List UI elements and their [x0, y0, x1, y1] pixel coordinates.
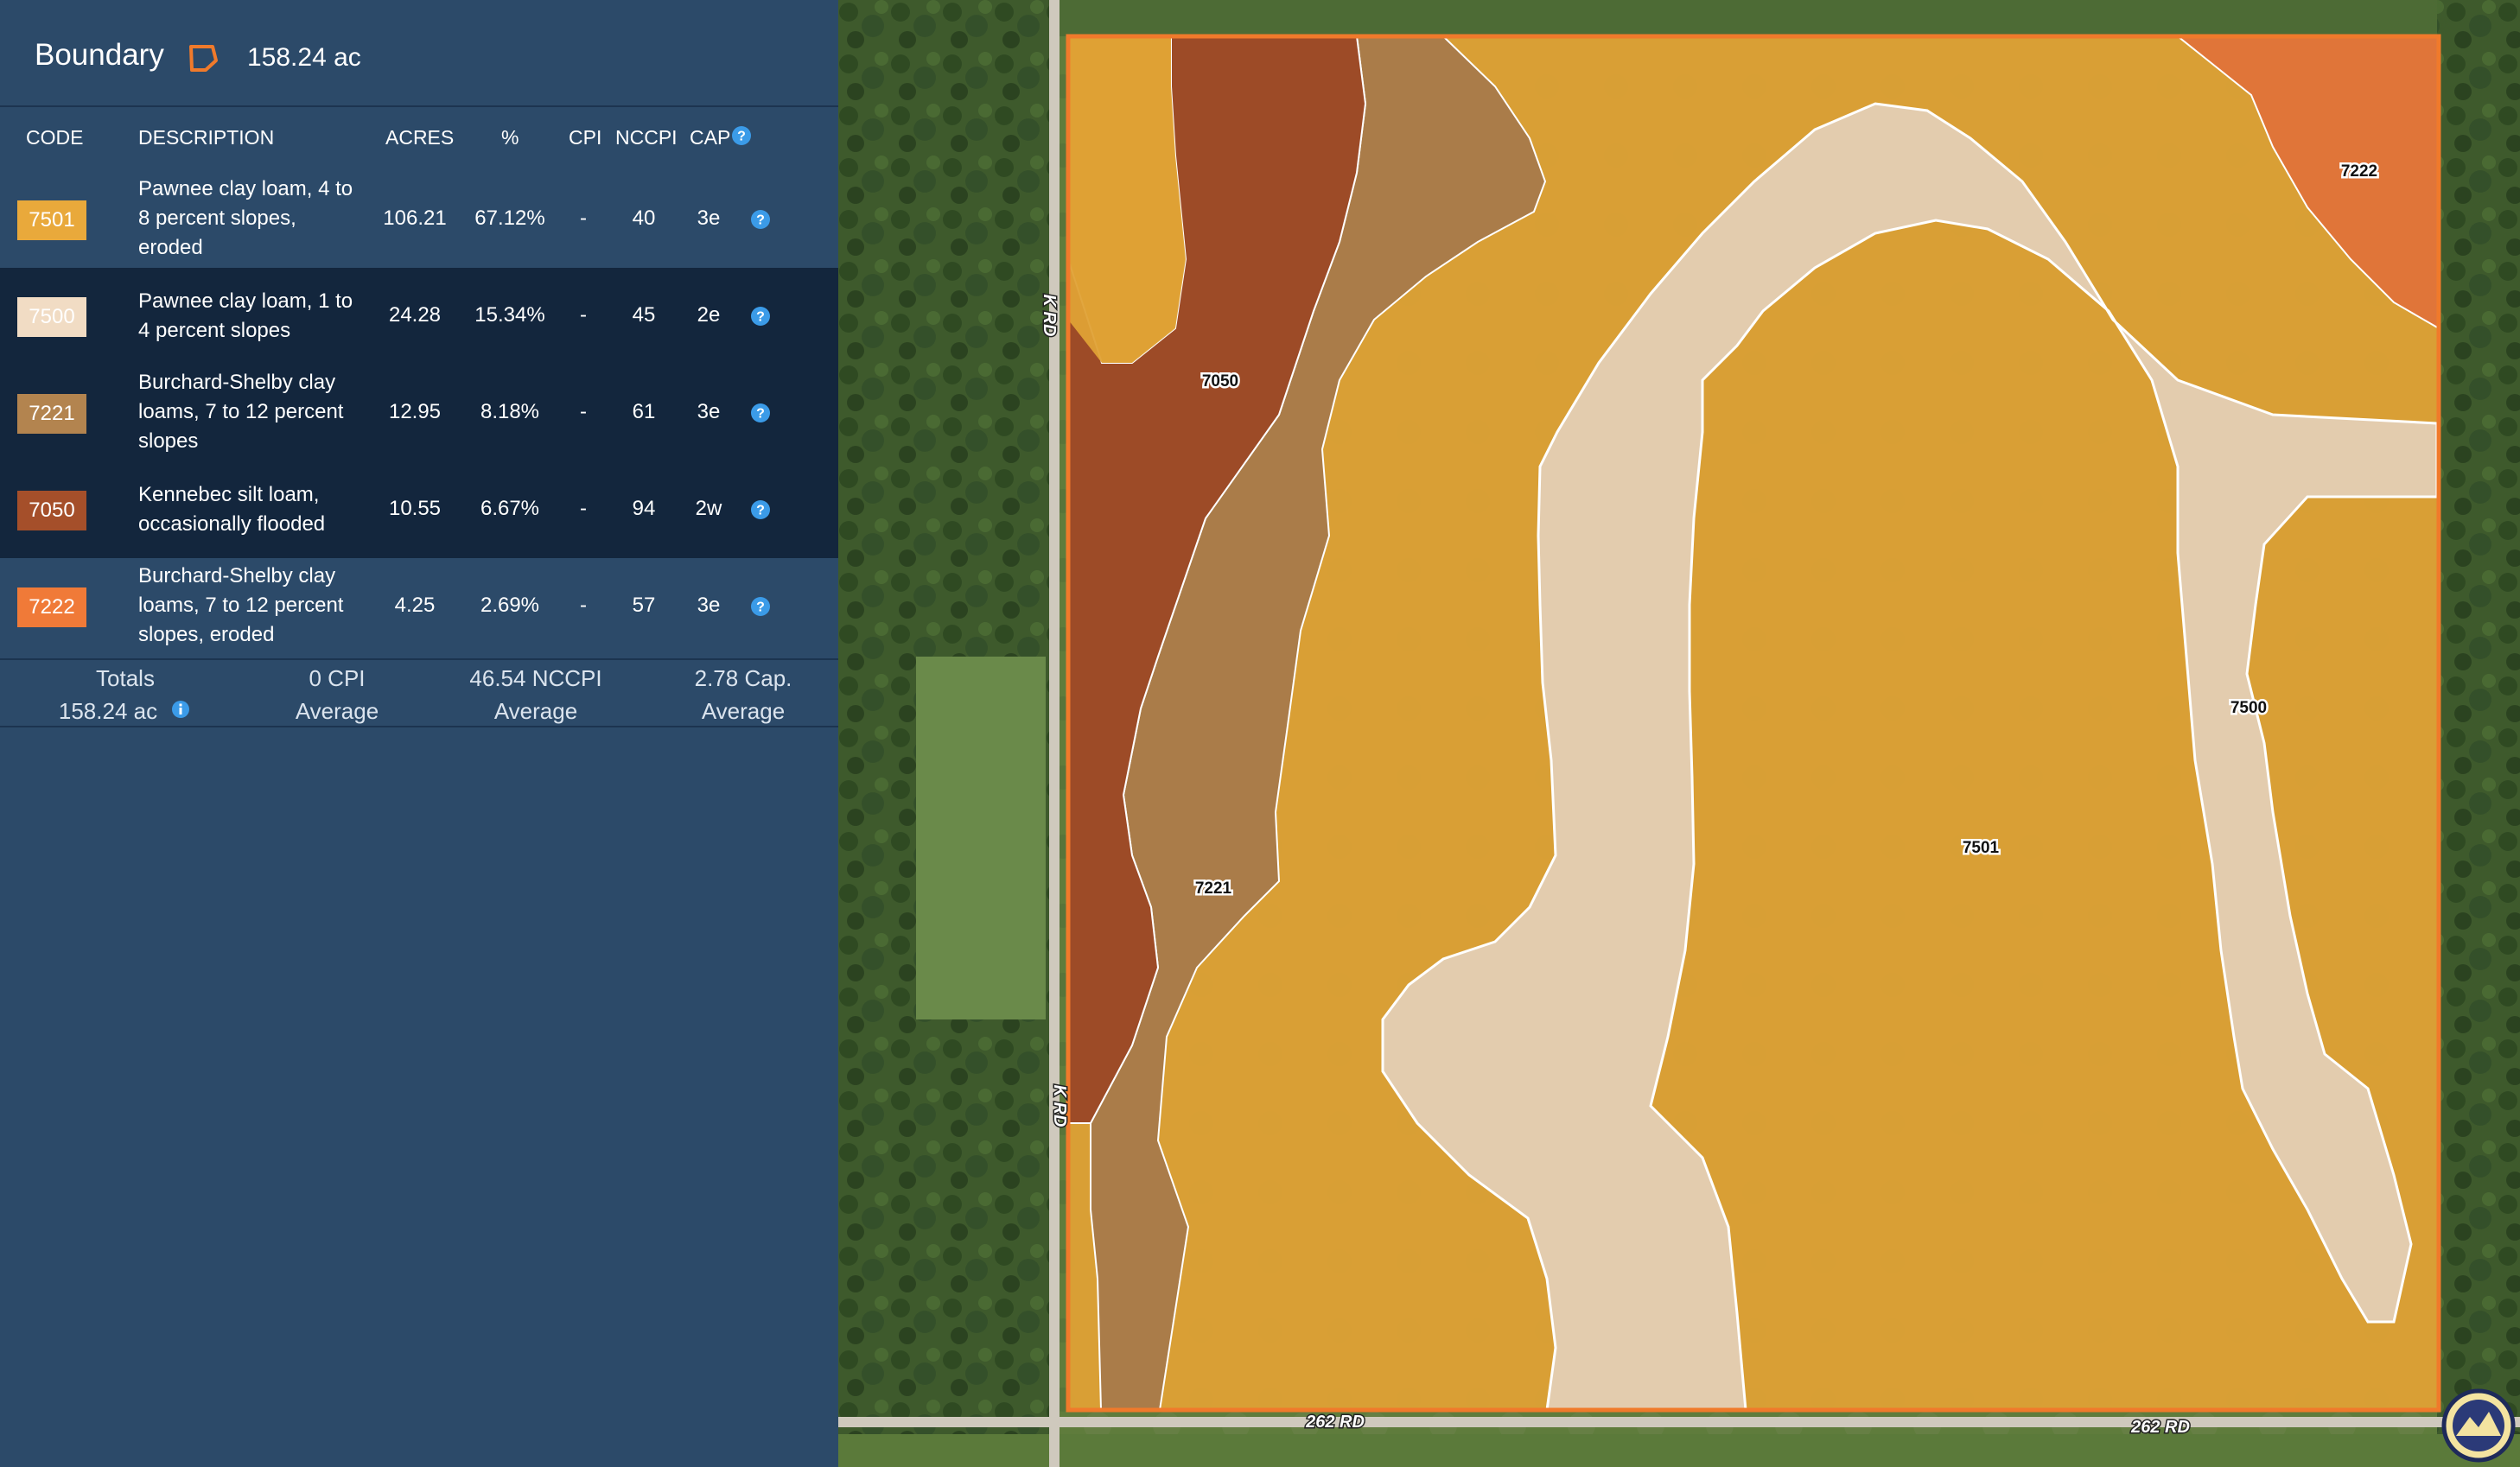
table-row[interactable]: 7501 Pawnee clay loam, 4 to 8 percent sl… [0, 171, 838, 268]
soil-nccpi: 94 [632, 497, 656, 520]
question-circle-icon[interactable]: ? [750, 209, 771, 230]
svg-text:?: ? [756, 504, 765, 518]
soil-acres: 10.55 [388, 497, 442, 520]
road-label-262-rd-east: 262 RD [2130, 1418, 2190, 1437]
soil-cap: 2e [697, 303, 721, 327]
totals-nccpi-sub: Average [493, 698, 578, 724]
soil-cap: 3e [697, 206, 721, 230]
question-circle-icon[interactable]: ? [750, 499, 771, 520]
soil-acres: 106.21 [383, 206, 447, 230]
soil-code-badge: 7222 [17, 587, 86, 627]
county-seal-logo [2441, 1388, 2516, 1463]
boundary-header: Boundary 158.24 ac [0, 0, 838, 107]
map-canvas[interactable]: 7050 7221 7222 7500 7501 K RD K RD 262 R… [838, 0, 2520, 1467]
field-west [916, 657, 1046, 1019]
soil-acres: 12.95 [388, 400, 442, 423]
soil-cpi: - [580, 303, 587, 327]
soil-cpi: - [580, 206, 587, 230]
totals-nccpi: 46.54 NCCPI [469, 665, 602, 691]
totals-cpi: 0 CPI [309, 665, 366, 691]
road-label-262-rd-west: 262 RD [1305, 1413, 1365, 1432]
info-circle-icon[interactable] [171, 700, 190, 719]
svg-text:?: ? [737, 130, 746, 144]
soil-nccpi: 57 [632, 594, 656, 617]
road-label-k-rd-north: K RD [1040, 295, 1059, 337]
soil-cpi: - [580, 400, 587, 423]
header-percent[interactable]: % [501, 126, 519, 149]
soil-percent: 2.69% [480, 594, 540, 617]
soil-percent: 67.12% [474, 206, 545, 230]
header-description[interactable]: DESCRIPTION [138, 126, 274, 149]
field-south [838, 1434, 2520, 1467]
totals-acres: 158.24 ac [58, 698, 158, 724]
soil-label-7500: 7500 [2230, 699, 2267, 717]
boundary-title: Boundary [35, 38, 164, 72]
question-circle-icon[interactable]: ? [750, 306, 771, 327]
soil-code-badge: 7500 [17, 297, 86, 337]
soil-label-7050: 7050 [1202, 372, 1238, 391]
table-row[interactable]: 7050 Kennebec silt loam, occasionally fl… [0, 461, 838, 558]
header-cap[interactable]: CAP [690, 126, 730, 149]
field-north [1054, 0, 2437, 36]
soil-map[interactable]: 7050 7221 7222 7500 7501 K RD K RD 262 R… [838, 0, 2520, 1467]
soil-nccpi: 61 [632, 400, 656, 423]
soil-cap: 3e [697, 400, 721, 423]
question-circle-icon[interactable]: ? [750, 596, 771, 617]
road-k-rd [1049, 0, 1060, 1467]
app-root: Boundary 158.24 ac CODE DESCRIPTION ACRE… [0, 0, 2520, 1467]
totals-cap-sub: Average [701, 698, 786, 724]
soil-cpi: - [580, 497, 587, 520]
header-acres[interactable]: ACRES [385, 126, 454, 149]
soil-cpi: - [580, 594, 587, 617]
totals-cap: 2.78 Cap. [694, 665, 792, 691]
soil-cap: 3e [697, 594, 721, 617]
svg-text:?: ? [756, 407, 765, 422]
soil-label-7222: 7222 [2341, 162, 2377, 181]
soil-percent: 8.18% [480, 400, 540, 423]
soil-acres: 4.25 [394, 594, 436, 617]
soil-percent: 6.67% [480, 497, 540, 520]
boundary-acres: 158.24 ac [247, 43, 361, 72]
svg-text:?: ? [756, 213, 765, 228]
soil-description: Kennebec silt loam, occasionally flooded [138, 483, 326, 536]
boundary-polygon-icon[interactable] [187, 41, 220, 74]
header-cpi[interactable]: CPI [569, 126, 601, 149]
svg-text:?: ? [756, 600, 765, 615]
soil-nccpi: 40 [632, 206, 656, 230]
header-code[interactable]: CODE [26, 126, 83, 149]
soil-label-7501: 7501 [1963, 839, 2000, 857]
soil-description: Burchard-Shelby clay loams, 7 to 12 perc… [138, 564, 344, 646]
soil-code-badge: 7050 [17, 491, 86, 530]
soil-report-panel: Boundary 158.24 ac CODE DESCRIPTION ACRE… [0, 0, 838, 1467]
soil-code-badge: 7221 [17, 394, 86, 434]
table-row[interactable]: 7221 Burchard-Shelby clay loams, 7 to 12… [0, 365, 838, 461]
question-circle-icon[interactable]: ? [731, 125, 752, 146]
tree-line-east [2437, 0, 2520, 1467]
table-row[interactable]: 7222 Burchard-Shelby clay loams, 7 to 12… [0, 558, 838, 655]
totals-label: Totals [96, 665, 155, 691]
table-row[interactable]: 7500 Pawnee clay loam, 1 to 4 percent sl… [0, 268, 838, 365]
soil-label-7221: 7221 [1195, 880, 1232, 898]
soil-acres: 24.28 [388, 303, 442, 327]
soil-code-badge: 7501 [17, 200, 86, 240]
soil-polygon-7501-corner[interactable] [1068, 36, 1186, 363]
soil-nccpi: 45 [632, 303, 656, 327]
question-circle-icon[interactable]: ? [750, 403, 771, 423]
soil-description: Burchard-Shelby clay loams, 7 to 12 perc… [138, 371, 344, 453]
road-label-k-rd-south: K RD [1050, 1085, 1069, 1127]
totals-cpi-sub: Average [295, 698, 379, 724]
header-nccpi[interactable]: NCCPI [615, 126, 678, 149]
svg-text:?: ? [756, 310, 765, 325]
totals-row: Totals 158.24 ac 0 CPI Average 46.54 NCC… [0, 658, 838, 727]
soil-cap: 2w [695, 497, 722, 520]
soil-description: Pawnee clay loam, 4 to 8 percent slopes,… [138, 177, 353, 259]
road-262-rd [838, 1417, 2520, 1427]
soil-description: Pawnee clay loam, 1 to 4 percent slopes [138, 289, 353, 342]
soil-percent: 15.34% [474, 303, 545, 327]
